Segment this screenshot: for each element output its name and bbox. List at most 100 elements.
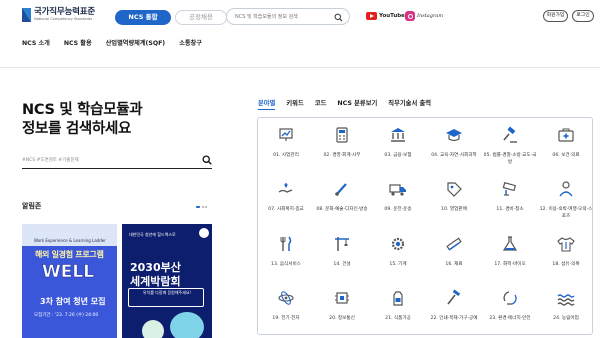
site-logo[interactable]: 국가직무능력표준 National Competency Standards (22, 8, 95, 22)
category-label: 03. 금융·보험 (384, 153, 412, 158)
category-label: 12. 이용·숙박·여행·오락·스포츠 (539, 207, 593, 220)
search-icon[interactable] (334, 13, 343, 22)
waves-icon (557, 294, 575, 306)
nav-item-communication[interactable]: 소통창구 (179, 39, 202, 49)
tab-job-description[interactable]: 직무기술서 출력 (388, 99, 431, 110)
header-search-input[interactable]: NCS 및 학습모듈의 정보 검색 (226, 8, 350, 25)
carousel-dot[interactable] (205, 206, 207, 208)
nav-item-ncs-use[interactable]: NCS 활용 (64, 39, 92, 49)
category-item[interactable]: 16. 재료 (426, 227, 482, 281)
notice-zone-title: 알림존 (22, 202, 42, 210)
category-item[interactable]: 15. 기계 (370, 227, 426, 281)
category-label: 05. 법률·경찰·소방·교도·국방 (483, 153, 537, 165)
gavel-icon (503, 126, 517, 143)
instagram-icon (405, 11, 415, 21)
tab-ncs-classification[interactable]: NCS 분류보기 (337, 99, 377, 110)
main-nav: NCS 소개 NCS 활용 산업별역량체계(SQF) 소통창구 (22, 39, 216, 49)
busan-expo-banner[interactable]: 대한민국 청년에 힐드렉스로 2030부산 세계박람회 유치를 다함께 응원해주… (122, 224, 212, 338)
category-label: 10. 영업판매 (441, 207, 467, 213)
tab-fair-hiring[interactable]: 공정채용 (175, 10, 227, 25)
category-label: 14. 건설 (333, 261, 351, 267)
tab-ncs-integrated[interactable]: NCS 통합 (115, 10, 171, 25)
category-label: 24. 농림어업 (553, 315, 579, 321)
category-item[interactable]: 06. 보건·의료 (538, 118, 594, 172)
banner-heading: 해외 일경험 프로그램 (35, 250, 104, 259)
category-item[interactable]: 02. 경영·회계·사무 (314, 118, 370, 172)
banner-date: 모집기간 : '23. 7.26 (수) 24:00 (34, 313, 99, 318)
youtube-icon (366, 12, 377, 20)
category-label: 15. 기계 (389, 261, 407, 267)
category-item[interactable]: 11. 경비·청소 (482, 172, 538, 226)
logo-subtitle: National Competency Standards (34, 17, 93, 21)
category-item[interactable]: 09. 운전·운송 (370, 172, 426, 226)
category-item[interactable]: 05. 법률·경찰·소방·교도·국방 (482, 118, 538, 172)
category-item[interactable]: 12. 이용·숙박·여행·오락·스포츠 (538, 172, 594, 226)
emblem-icon (199, 228, 209, 238)
hero-title: NCS 및 학습모듈과 정보를 검색하세요 (22, 101, 143, 139)
category-item[interactable]: 24. 농림어업 (538, 281, 594, 335)
calculator-icon (336, 127, 348, 143)
banner-subtitle: 대한민국 청년에 힐드렉스로 (129, 232, 176, 237)
instagram-label: Instagram (417, 13, 444, 19)
instagram-link[interactable]: Instagram (405, 11, 443, 21)
category-label: 01. 사업관리 (273, 153, 299, 158)
medical-kit-icon (558, 128, 574, 142)
flask-icon (502, 235, 518, 251)
category-label: 17. 화학·바이오 (494, 261, 526, 267)
login-button[interactable]: 로그인 (572, 10, 594, 22)
category-item[interactable]: 20. 정보통신 (314, 281, 370, 335)
category-item[interactable]: 17. 화학·바이오 (482, 227, 538, 281)
category-grid: 01. 사업관리 02. 경영·회계·사무 03. 금융·보험 04. 교육·자연·사… (257, 117, 593, 335)
youtube-link[interactable]: YouTube (366, 12, 405, 20)
category-label: 21. 식품가공 (385, 315, 411, 321)
nav-item-sqf[interactable]: 산업별역량체계(SQF) (106, 39, 165, 49)
carousel-pager[interactable] (196, 206, 209, 208)
cctv-icon (502, 182, 517, 196)
person-icon (559, 181, 573, 197)
category-item[interactable]: 14. 건설 (314, 227, 370, 281)
chip-icon (335, 292, 349, 304)
carousel-dot[interactable] (201, 206, 204, 208)
category-item[interactable]: 01. 사업관리 (258, 118, 314, 172)
category-label: 22. 인쇄·목재·가구·공예 (430, 315, 478, 321)
bank-icon (391, 128, 405, 142)
hero-search-input[interactable]: #NCS #도면검토 #기출문제 (22, 155, 212, 169)
logo-title: 국가직무능력표준 (34, 7, 95, 17)
category-label: 23. 환경·에너지·안전 (489, 315, 531, 321)
category-item[interactable]: 22. 인쇄·목재·가구·공예 (426, 281, 482, 335)
category-item[interactable]: 13. 음식서비스 (258, 227, 314, 281)
steel-bar-icon (446, 237, 462, 251)
tab-code[interactable]: 코드 (315, 99, 327, 110)
category-item[interactable]: 08. 문화·예술·디자인·방송 (314, 172, 370, 226)
crane-icon (335, 236, 349, 251)
truck-icon (389, 184, 406, 196)
banner-message: 유치를 다함께 응원해주세요! (142, 290, 192, 295)
category-label: 19. 전기·전자 (272, 315, 300, 321)
join-button[interactable]: 회원가입 (543, 10, 568, 22)
tab-keyword[interactable]: 키워드 (286, 99, 303, 110)
category-item[interactable]: 07. 사회복지·종교 (258, 172, 314, 226)
category-item[interactable]: 19. 전기·전자 (258, 281, 314, 335)
milk-carton-icon (393, 291, 403, 306)
well-program-banner[interactable]: Work Experience & Learning Ladder 해외 일경험… (22, 224, 117, 338)
search-icon[interactable] (202, 155, 212, 165)
category-label: 13. 음식서비스 (271, 261, 301, 267)
carousel-dot[interactable] (196, 206, 200, 208)
category-label: 20. 정보통신 (329, 315, 355, 321)
banner-cta: 3차 참여 청년 모집 (40, 297, 106, 306)
nav-item-ncs-intro[interactable]: NCS 소개 (22, 39, 50, 49)
shirt-icon (557, 236, 575, 252)
category-item[interactable]: 23. 환경·에너지·안전 (482, 281, 538, 335)
category-item[interactable]: 10. 영업판매 (426, 172, 482, 226)
chart-board-icon (279, 128, 293, 141)
fork-knife-icon (280, 236, 292, 251)
banner-subtitle: Work Experience & Learning Ladder (34, 238, 106, 243)
banner-logo-text: WELL (42, 262, 95, 283)
category-item[interactable]: 04. 교육·자연·사회과학 (426, 118, 482, 172)
graduation-cap-icon (446, 129, 462, 142)
category-item[interactable]: 18. 섬유·의복 (538, 227, 594, 281)
category-item[interactable]: 21. 식품가공 (370, 281, 426, 335)
category-item[interactable]: 03. 금융·보험 (370, 118, 426, 172)
tab-by-field[interactable]: 분야별 (258, 99, 276, 110)
mascot-image (142, 320, 164, 338)
